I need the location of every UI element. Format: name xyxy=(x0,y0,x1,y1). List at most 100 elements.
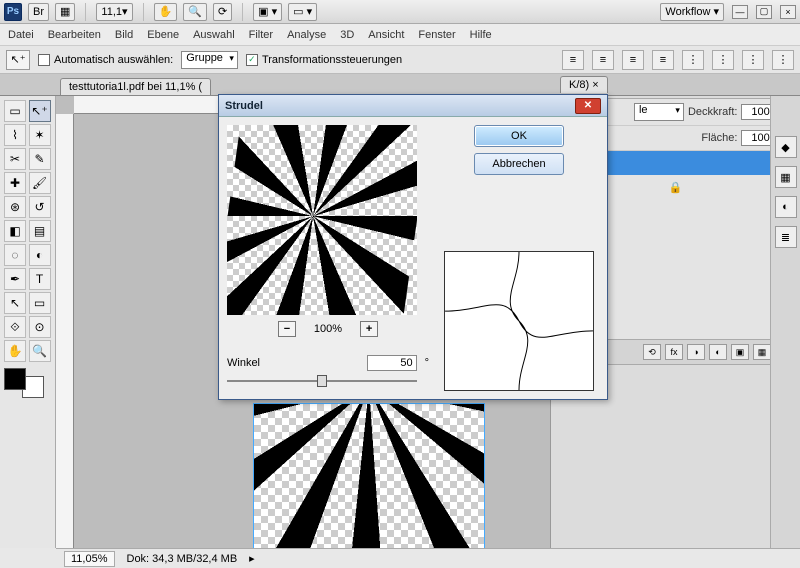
right-dock: ◆ ▦ ◐ ≣ xyxy=(770,96,800,548)
angle-slider[interactable] xyxy=(227,373,417,389)
status-bar: 11,05% Dok: 34,3 MB/32,4 MB ▸ xyxy=(56,548,800,568)
zoom-in-button[interactable]: + xyxy=(360,321,378,337)
maximize-button[interactable]: ▢ xyxy=(756,5,772,19)
dialog-titlebar[interactable]: Strudel ✕ xyxy=(219,95,607,117)
menu-bar: Datei Bearbeiten Bild Ebene Auswahl Filt… xyxy=(0,24,800,46)
menu-bearbeiten[interactable]: Bearbeiten xyxy=(48,29,101,41)
zoom-display[interactable]: 11,1 ▾ xyxy=(96,3,132,21)
zoom-icon[interactable]: 🔍 xyxy=(183,3,207,21)
cancel-button[interactable]: Abbrechen xyxy=(474,153,564,175)
3d-camera-tool[interactable]: ⊙ xyxy=(29,316,51,338)
artwork-preview xyxy=(254,404,484,548)
film-icon[interactable]: ▦ xyxy=(55,3,75,21)
gradient-tool[interactable]: ▤ xyxy=(29,220,51,242)
align-icon[interactable]: ≡ xyxy=(562,50,584,70)
align-icon[interactable]: ≡ xyxy=(592,50,614,70)
menu-fenster[interactable]: Fenster xyxy=(418,29,455,41)
app-title-bar: Ps Br ▦ 11,1 ▾ ✋ 🔍 ⟳ ▣ ▾ ▭ ▾ Workflow ▾ … xyxy=(0,0,800,24)
auto-select-label: Automatisch auswählen: xyxy=(54,54,173,66)
marquee-tool[interactable]: ▭ xyxy=(4,100,26,122)
mask-icon[interactable]: ◑ xyxy=(687,344,705,360)
fill-label: Fläche: xyxy=(701,132,737,144)
menu-3d[interactable]: 3D xyxy=(340,29,354,41)
menu-datei[interactable]: Datei xyxy=(8,29,34,41)
dock-color-icon[interactable]: ◆ xyxy=(775,136,797,158)
twirl-curve-preview xyxy=(444,251,594,391)
distribute-icon[interactable]: ⋮ xyxy=(712,50,734,70)
menu-ansicht[interactable]: Ansicht xyxy=(368,29,404,41)
stamp-tool[interactable]: ⊛ xyxy=(4,196,26,218)
twirl-dialog: Strudel ✕ − 100% + Winkel ° OK xyxy=(218,94,608,400)
screen-mode-icon[interactable]: ▣ ▾ xyxy=(253,3,282,21)
opacity-label: Deckkraft: xyxy=(688,106,738,118)
blend-mode-select[interactable]: le xyxy=(634,103,684,121)
folder-icon[interactable]: ▣ xyxy=(731,344,749,360)
ok-button[interactable]: OK xyxy=(474,125,564,147)
menu-filter[interactable]: Filter xyxy=(249,29,273,41)
distribute-icon[interactable]: ⋮ xyxy=(742,50,764,70)
fg-color[interactable] xyxy=(4,368,26,390)
status-doc-size: Dok: 34,3 MB/32,4 MB xyxy=(127,553,238,565)
lasso-tool[interactable]: ⌇ xyxy=(4,124,26,146)
eraser-tool[interactable]: ◧ xyxy=(4,220,26,242)
hand-icon[interactable]: ✋ xyxy=(154,3,178,21)
document-tab-bar: testtutoria1l.pdf bei 11,1% ( K/8) × xyxy=(0,74,800,96)
menu-analyse[interactable]: Analyse xyxy=(287,29,326,41)
adjustment-icon[interactable]: ◐ xyxy=(709,344,727,360)
auto-select-target[interactable]: Gruppe xyxy=(181,51,238,69)
eyedropper-tool[interactable]: ✎ xyxy=(29,148,51,170)
menu-auswahl[interactable]: Auswahl xyxy=(193,29,235,41)
options-bar: ↖⁺ Automatisch auswählen: Gruppe ✓Transf… xyxy=(0,46,800,74)
menu-hilfe[interactable]: Hilfe xyxy=(470,29,492,41)
healing-tool[interactable]: ✚ xyxy=(4,172,26,194)
dock-swatches-icon[interactable]: ▦ xyxy=(775,166,797,188)
bridge-icon[interactable]: Br xyxy=(28,3,49,21)
fx-icon[interactable]: fx xyxy=(665,344,683,360)
app-icon: Ps xyxy=(4,3,22,21)
current-tool-icon[interactable]: ↖⁺ xyxy=(6,50,30,70)
dock-layers-icon[interactable]: ≣ xyxy=(775,226,797,248)
document-tab-2[interactable]: K/8) × xyxy=(560,76,608,93)
zoom-tool[interactable]: 🔍 xyxy=(29,340,51,362)
zoom-out-button[interactable]: − xyxy=(278,321,296,337)
minimize-button[interactable]: — xyxy=(732,5,748,19)
workspace-switcher[interactable]: Workflow ▾ xyxy=(660,3,724,21)
distribute-icon[interactable]: ⋮ xyxy=(772,50,794,70)
transform-label: Transformationssteuerungen xyxy=(262,54,402,66)
document-tab[interactable]: testtutoria1l.pdf bei 11,1% ( xyxy=(60,78,211,95)
shape-tool[interactable]: ▭ xyxy=(29,292,51,314)
rotate-icon[interactable]: ⟳ xyxy=(213,3,232,21)
menu-ebene[interactable]: Ebene xyxy=(147,29,179,41)
pen-tool[interactable]: ✒ xyxy=(4,268,26,290)
type-tool[interactable]: T xyxy=(29,268,51,290)
align-icon[interactable]: ≡ xyxy=(652,50,674,70)
new-layer-icon[interactable]: ▦ xyxy=(753,344,771,360)
crop-tool[interactable]: ✂ xyxy=(4,148,26,170)
dodge-tool[interactable]: ◐ xyxy=(29,244,51,266)
history-brush-tool[interactable]: ↺ xyxy=(29,196,51,218)
color-swatch[interactable] xyxy=(4,368,44,398)
blur-tool[interactable]: ◌ xyxy=(4,244,26,266)
filter-preview[interactable] xyxy=(227,125,417,315)
arrange-icon[interactable]: ▭ ▾ xyxy=(288,3,317,21)
menu-bild[interactable]: Bild xyxy=(115,29,133,41)
link-icon[interactable]: ⟲ xyxy=(643,344,661,360)
brush-tool[interactable]: 🖌 xyxy=(29,172,51,194)
align-icon[interactable]: ≡ xyxy=(622,50,644,70)
move-tool[interactable]: ↖⁺ xyxy=(29,100,51,122)
auto-select-checkbox[interactable]: Automatisch auswählen: xyxy=(38,54,173,66)
ruler-vertical xyxy=(56,114,74,548)
status-zoom[interactable]: 11,05% xyxy=(64,551,115,567)
dock-adjust-icon[interactable]: ◐ xyxy=(775,196,797,218)
3d-tool[interactable]: ⟐ xyxy=(4,316,26,338)
dialog-close-button[interactable]: ✕ xyxy=(575,98,601,114)
hand-tool[interactable]: ✋ xyxy=(4,340,26,362)
transform-controls-checkbox[interactable]: ✓Transformationssteuerungen xyxy=(246,54,402,66)
distribute-icon[interactable]: ⋮ xyxy=(682,50,704,70)
quick-select-tool[interactable]: ✶ xyxy=(29,124,51,146)
path-select-tool[interactable]: ↖ xyxy=(4,292,26,314)
angle-unit: ° xyxy=(425,357,429,369)
angle-input[interactable] xyxy=(367,355,417,371)
angle-label: Winkel xyxy=(227,357,260,369)
close-button[interactable]: × xyxy=(780,5,796,19)
